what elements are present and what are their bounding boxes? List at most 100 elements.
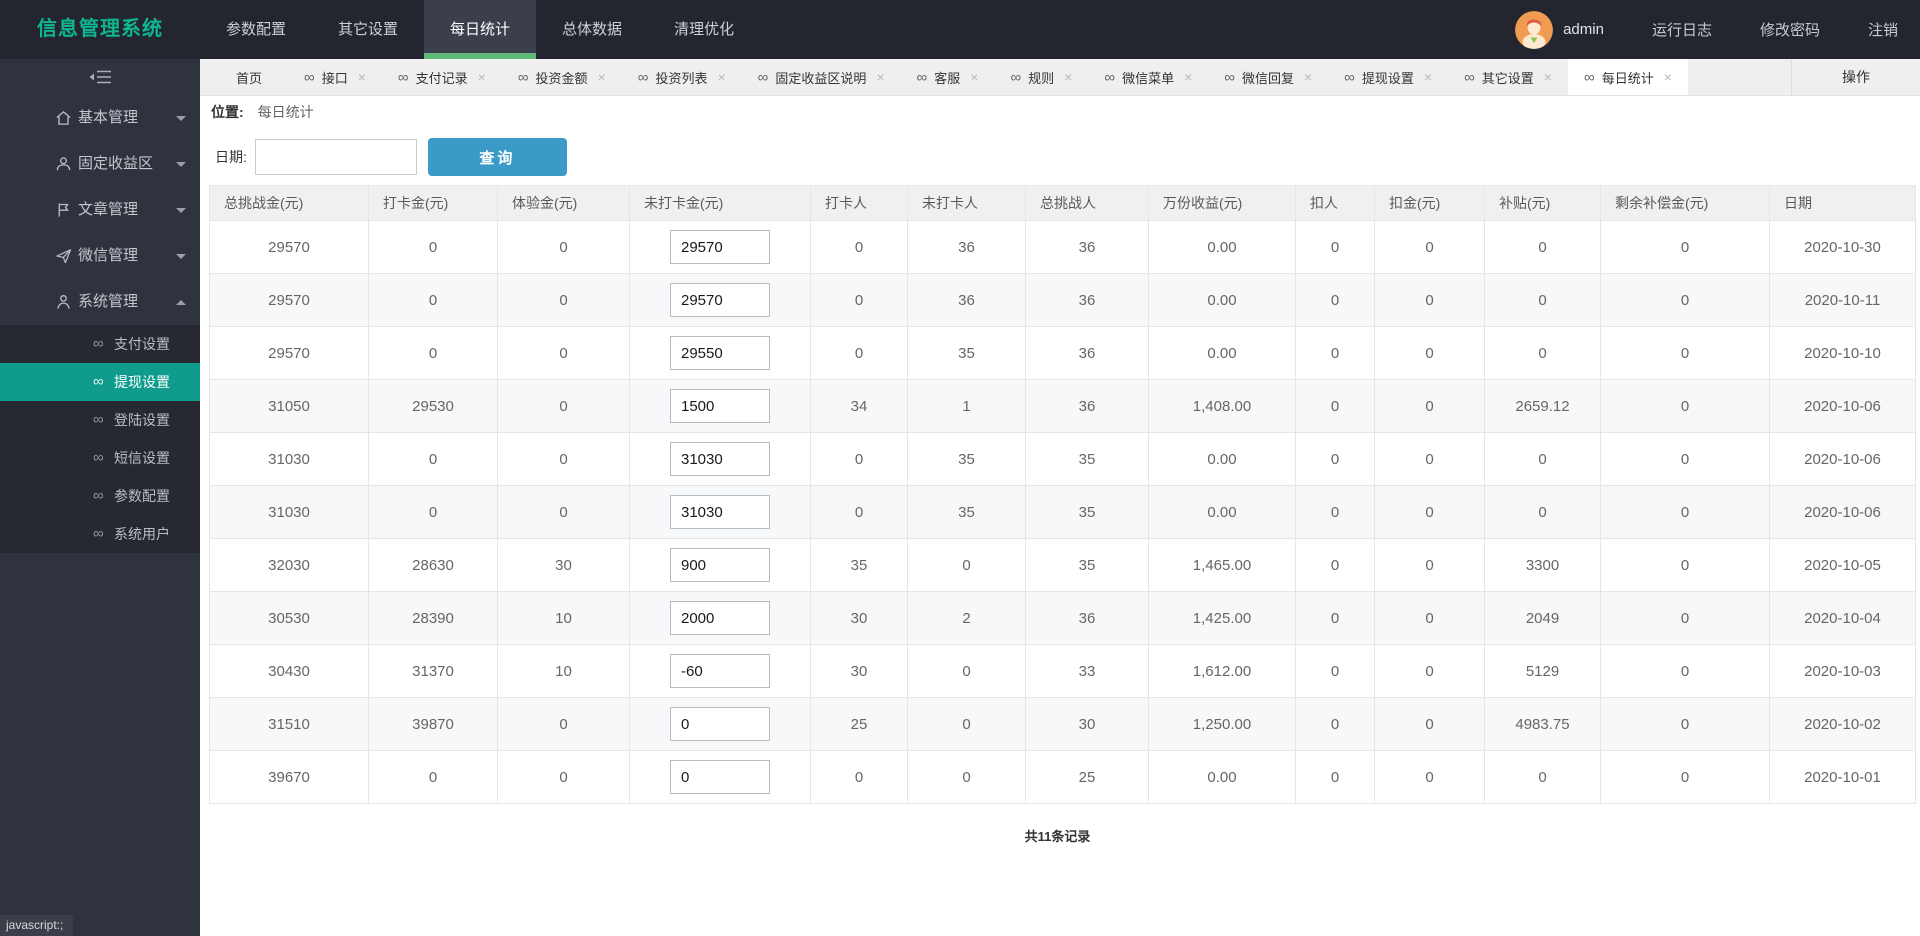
close-icon[interactable]: ×	[1304, 69, 1312, 85]
navbar-link[interactable]: 注销	[1868, 22, 1898, 39]
tab-item[interactable]: ∞ 微信回复 ×	[1208, 59, 1328, 95]
close-icon[interactable]: ×	[876, 69, 884, 85]
user-avatar[interactable]	[1515, 10, 1554, 49]
table-cell: 1,250.00	[1148, 697, 1296, 751]
username[interactable]: admin	[1563, 21, 1604, 38]
sidebar-group[interactable]: 基本管理	[0, 95, 200, 141]
nav-item[interactable]: 每日统计	[424, 0, 537, 59]
table-cell: 35	[1025, 432, 1149, 486]
tab-item[interactable]: ∞ 固定收益区说明 ×	[742, 59, 901, 95]
tab-item[interactable]: ∞ 提现设置 ×	[1328, 59, 1448, 95]
table-cell: 36	[907, 273, 1026, 327]
table-cell: 0.00	[1148, 432, 1296, 486]
sidebar-item[interactable]: ∞ 登陆设置	[0, 401, 200, 439]
table-cell: 0	[810, 432, 908, 486]
table-cell: 0	[1484, 273, 1601, 327]
search-button[interactable]: 查询	[427, 138, 567, 176]
table-cell: 0	[810, 273, 908, 327]
close-icon[interactable]: ×	[1184, 69, 1192, 85]
link-icon: ∞	[397, 68, 409, 86]
sidebar-group[interactable]: 系统管理	[0, 279, 200, 325]
app-logo[interactable]: 信息管理系统	[0, 0, 200, 59]
unpunched-amount-input[interactable]	[670, 283, 770, 317]
sidebar-group[interactable]: 固定收益区	[0, 141, 200, 187]
navbar-link[interactable]: 修改密码	[1760, 22, 1820, 39]
table-cell: 36	[1025, 326, 1149, 380]
tab-item[interactable]: ∞ 客服 ×	[901, 59, 995, 95]
unpunched-amount-input[interactable]	[670, 654, 770, 688]
sidebar-item[interactable]: ∞ 提现设置	[0, 363, 200, 401]
close-icon[interactable]: ×	[358, 69, 366, 85]
unpunched-amount-input[interactable]	[670, 495, 770, 529]
sidebar-item[interactable]: ∞ 支付设置	[0, 325, 200, 363]
sidebar-group[interactable]: 微信管理	[0, 233, 200, 279]
nav-item[interactable]: 参数配置	[200, 0, 312, 59]
table-row: 3103000035350.0000002020-10-06	[209, 432, 1916, 486]
unpunched-amount-input[interactable]	[670, 601, 770, 635]
table-cell: 0	[1600, 379, 1770, 433]
table-cell: 0	[1600, 538, 1770, 592]
close-icon[interactable]: ×	[1424, 69, 1432, 85]
table-cell: 0	[1295, 644, 1375, 698]
tab-item[interactable]: ∞ 投资金额 ×	[502, 59, 622, 95]
table-cell: 29570	[209, 326, 369, 380]
tab-label: 支付记录	[415, 70, 468, 86]
tab-bar: 首页 ∞ 接口 × ∞ 支付记录 × ∞ 投资金额 × ∞ 投资列表 × ∞ 固定收益区说明 × ∞ 客服 × ∞ 规则…	[200, 59, 1920, 96]
table-cell: 3300	[1484, 538, 1601, 592]
sidebar-item[interactable]: ∞ 系统用户	[0, 515, 200, 553]
sidebar-item[interactable]: ∞ 短信设置	[0, 439, 200, 477]
link-icon: ∞	[1344, 68, 1355, 86]
sidebar-collapse-button[interactable]	[0, 59, 200, 95]
tab-item[interactable]: ∞ 投资列表 ×	[622, 59, 742, 95]
tab-item[interactable]: 首页	[210, 59, 288, 95]
table-cell: 0	[497, 750, 630, 804]
tab-item[interactable]: ∞ 规则 ×	[994, 59, 1088, 95]
tab-item[interactable]: ∞ 每日统计 ×	[1567, 59, 1688, 95]
table-row: 304303137010300331,612.0000512902020-10-…	[209, 644, 1916, 698]
nav-item[interactable]: 其它设置	[312, 0, 424, 59]
table-cell: 0	[497, 697, 630, 751]
close-icon[interactable]: ×	[598, 69, 606, 85]
close-icon[interactable]: ×	[1064, 69, 1072, 85]
nav-item[interactable]: 清理优化	[648, 0, 760, 59]
link-icon: ∞	[93, 373, 104, 390]
column-header: 扣金(元)	[1374, 185, 1485, 221]
link-icon: ∞	[1010, 68, 1022, 86]
unpunched-amount-input[interactable]	[670, 442, 770, 476]
date-search-form: 日期: 查询	[209, 138, 1906, 176]
nav-item[interactable]: 总体数据	[536, 0, 648, 59]
close-icon[interactable]: ×	[717, 69, 725, 85]
table-cell: 35	[1025, 485, 1149, 539]
date-input[interactable]	[254, 139, 417, 175]
tab-item[interactable]: ∞ 微信菜单 ×	[1088, 59, 1208, 95]
table-cell: 30	[810, 591, 908, 645]
tab-label: 固定收益区说明	[775, 70, 867, 86]
table-cell: 35	[810, 538, 908, 592]
table-cell: 36	[907, 220, 1026, 274]
chevron-down-icon	[176, 116, 186, 126]
tab-item[interactable]: ∞ 支付记录 ×	[382, 59, 502, 95]
unpunched-amount-input[interactable]	[670, 760, 770, 794]
sidebar-item[interactable]: ∞ 参数配置	[0, 477, 200, 515]
unpunched-amount-input[interactable]	[670, 336, 770, 370]
unpunched-amount-input[interactable]	[670, 230, 770, 264]
unpunched-amount-input[interactable]	[670, 548, 770, 582]
unpunched-amount-input[interactable]	[670, 707, 770, 741]
close-icon[interactable]: ×	[1664, 69, 1672, 85]
tab-item[interactable]: ∞ 其它设置 ×	[1448, 59, 1568, 95]
tab-item[interactable]: ∞ 接口 ×	[288, 59, 382, 95]
close-icon[interactable]: ×	[970, 69, 978, 85]
tab-actions-button[interactable]: 操作	[1791, 59, 1920, 95]
chevron-down-icon	[176, 162, 186, 172]
unpunched-amount-input[interactable]	[670, 389, 770, 423]
table-cell: 0	[1295, 538, 1375, 592]
daily-stats-table: 总挑战金(元) 打卡金(元) 体验金(元) 未打卡金(元) 打卡人 未打卡人 总挑战人 万份收…	[209, 185, 1916, 804]
top-nav-menu: 参数配置 其它设置 每日统计 总体数据 清理优化	[200, 0, 760, 59]
sidebar-group[interactable]: 文章管理	[0, 187, 200, 233]
navbar-link[interactable]: 运行日志	[1652, 22, 1712, 39]
close-icon[interactable]: ×	[478, 69, 486, 85]
table-cell: 0	[497, 220, 630, 274]
table-cell: 0	[1600, 432, 1770, 486]
close-icon[interactable]: ×	[1544, 69, 1552, 85]
table-cell: 0	[1600, 750, 1770, 804]
